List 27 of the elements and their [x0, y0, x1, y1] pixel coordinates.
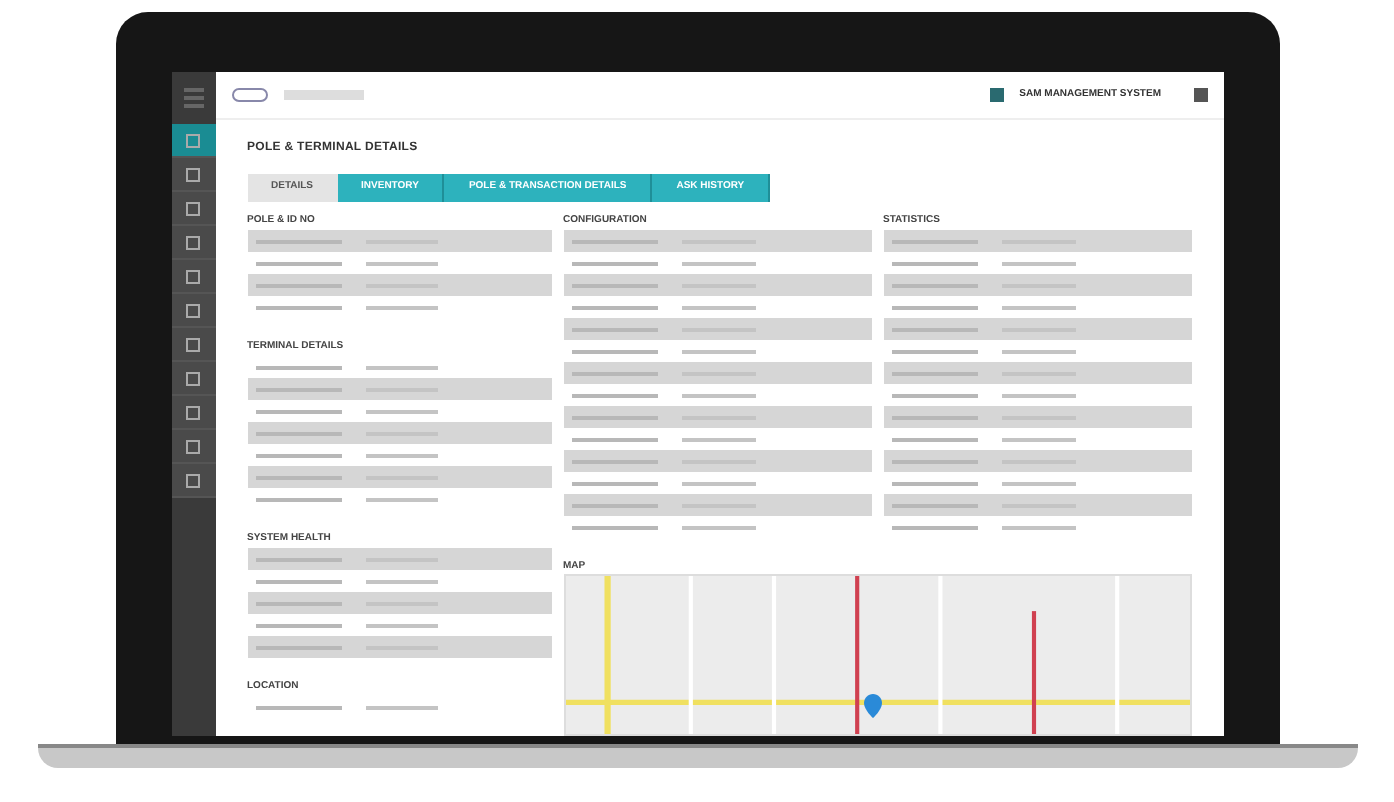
blurred-text-icon [283, 90, 363, 100]
square-icon [186, 303, 200, 317]
sidebar-item[interactable] [171, 158, 215, 192]
sidebar-item[interactable] [171, 430, 215, 464]
square-icon [186, 269, 200, 283]
square-icon [186, 337, 200, 351]
sidebar-item[interactable] [171, 294, 215, 328]
map-pin-icon [864, 694, 883, 718]
square-icon [186, 439, 200, 453]
grid-icon[interactable] [1193, 88, 1207, 102]
square-icon [186, 235, 200, 249]
square-icon [186, 167, 200, 181]
sidebar-item[interactable] [171, 260, 215, 294]
logo-icon [231, 88, 267, 102]
square-icon [186, 201, 200, 215]
sidebar-item[interactable] [171, 226, 215, 260]
sidebar-item[interactable] [171, 464, 215, 498]
sidebar-item[interactable] [171, 328, 215, 362]
sidebar-item[interactable] [171, 396, 215, 430]
sidebar-item[interactable] [171, 192, 215, 226]
square-icon [186, 405, 200, 419]
square-icon [186, 133, 200, 147]
sidebar-item[interactable] [171, 124, 215, 158]
sidebar-item[interactable] [171, 362, 215, 396]
square-icon [186, 473, 200, 487]
square-icon [186, 371, 200, 385]
app-icon [989, 88, 1004, 102]
